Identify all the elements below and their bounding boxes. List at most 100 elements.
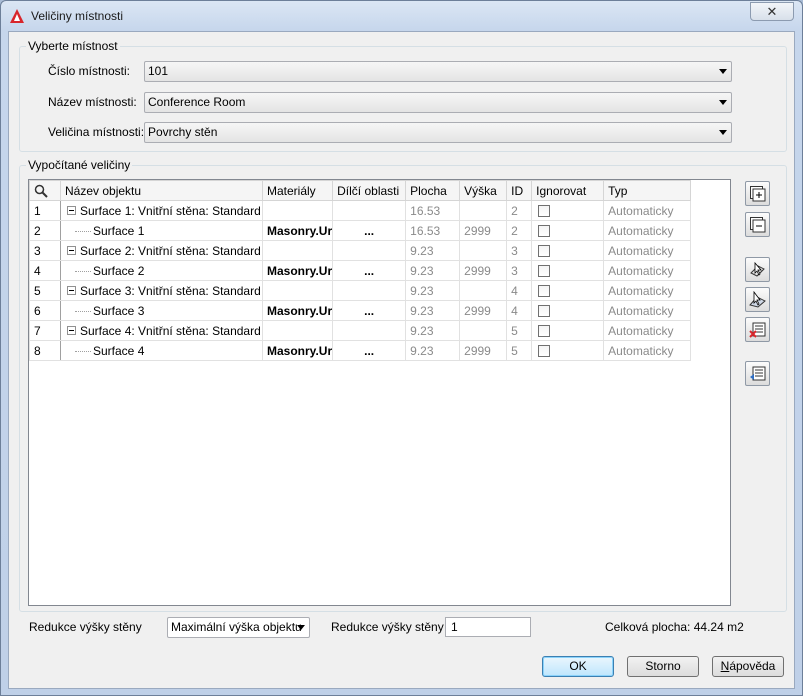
column-header-height[interactable]: Výška (459, 180, 508, 201)
column-header-materials[interactable]: Materiály (261, 180, 334, 201)
row-number: 4 (29, 260, 61, 281)
select-wall-button[interactable] (745, 257, 770, 282)
material-cell[interactable]: Masonry.Ur (261, 340, 334, 361)
ignore-checkbox[interactable] (538, 205, 551, 218)
subareas-cell[interactable]: ... (332, 260, 407, 281)
collapse-all-button[interactable] (745, 212, 770, 237)
table-row[interactable]: 6 Surface 3 Masonry.Ur... 9.23 2999 4 Automati… (29, 300, 692, 321)
column-header-ignore[interactable]: Ignorovat (531, 180, 605, 201)
height-cell[interactable] (459, 240, 508, 261)
ignore-checkbox[interactable] (538, 325, 551, 338)
chevron-down-icon (719, 130, 727, 135)
import-rows-icon (750, 366, 766, 381)
tree-collapse-icon[interactable] (67, 245, 76, 255)
height-cell[interactable]: 2999 (459, 260, 508, 281)
table-row[interactable]: 1 Surface 1: Vnitřní stěna: Standard 16.53… (29, 200, 692, 221)
object-name: Surface 2: Vnitřní stěna: Standard (80, 243, 261, 258)
column-header-id[interactable]: ID (506, 180, 533, 201)
type-cell[interactable]: Automaticky (603, 220, 692, 241)
object-name-cell[interactable]: Surface 1: Vnitřní stěna: Standard (60, 200, 263, 221)
height-cell[interactable]: 2999 (459, 300, 508, 321)
room-number-combo[interactable]: 101 (144, 61, 732, 82)
table-row[interactable]: 5 Surface 3: Vnitřní stěna: Standard 9.23 4… (29, 280, 692, 301)
subareas-cell[interactable]: ... (332, 220, 407, 241)
table-row[interactable]: 4 Surface 2 Masonry.Ur... 9.23 2999 3 Automati… (29, 260, 692, 281)
ignore-checkbox[interactable] (538, 225, 551, 238)
delete-rows-button[interactable] (745, 317, 770, 342)
subareas-cell[interactable] (332, 320, 407, 341)
type-cell[interactable]: Automaticky (603, 240, 692, 261)
row-number: 2 (29, 220, 61, 241)
table-row[interactable]: 3 Surface 2: Vnitřní stěna: Standard 9.23 3… (29, 240, 692, 261)
object-name-cell[interactable]: Surface 2 (60, 260, 263, 281)
ignore-cell (531, 200, 605, 221)
type-cell[interactable]: Automaticky (603, 340, 692, 361)
delete-rows-icon (749, 322, 766, 338)
material-cell[interactable] (261, 200, 334, 221)
material-cell[interactable]: Masonry.Ur (261, 220, 334, 241)
object-name-cell[interactable]: Surface 4 (60, 340, 263, 361)
object-name-cell[interactable]: Surface 1 (60, 220, 263, 241)
material-cell[interactable] (261, 320, 334, 341)
cancel-button[interactable]: Storno (627, 656, 699, 677)
height-cell[interactable]: 2999 (459, 340, 508, 361)
type-cell[interactable]: Automaticky (603, 200, 692, 221)
subareas-cell[interactable] (332, 240, 407, 261)
subareas-cell[interactable]: ... (332, 300, 407, 321)
tree-collapse-icon[interactable] (67, 205, 76, 215)
room-quantity-combo[interactable]: Povrchy stěn (144, 122, 732, 143)
wall-height-reduction-input[interactable]: 1 (445, 617, 531, 637)
pick-surface-button[interactable] (745, 287, 770, 312)
wall-height-reduction-combo[interactable]: Maximální výška objektu (167, 617, 310, 638)
ignore-cell (531, 280, 605, 301)
autocad-logo-icon (10, 9, 24, 23)
object-name-cell[interactable]: Surface 2: Vnitřní stěna: Standard (60, 240, 263, 261)
tree-collapse-icon[interactable] (67, 325, 76, 335)
subareas-cell[interactable] (332, 200, 407, 221)
ignore-checkbox[interactable] (538, 265, 551, 278)
type-cell[interactable]: Automaticky (603, 260, 692, 281)
type-cell[interactable]: Automaticky (603, 300, 692, 321)
quantities-grid[interactable]: Název objektu Materiály Dílčí oblasti Pl… (28, 179, 731, 606)
type-cell[interactable]: Automaticky (603, 320, 692, 341)
column-header-area[interactable]: Plocha (405, 180, 461, 201)
height-cell[interactable] (459, 200, 508, 221)
table-row[interactable]: 8 Surface 4 Masonry.Ur... 9.23 2999 5 Automati… (29, 340, 692, 361)
room-name-combo[interactable]: Conference Room (144, 92, 732, 113)
material-cell[interactable]: Masonry.Ur (261, 300, 334, 321)
tree-connector (75, 310, 91, 312)
object-name-cell[interactable]: Surface 4: Vnitřní stěna: Standard (60, 320, 263, 341)
import-rows-button[interactable] (745, 361, 770, 386)
table-row[interactable]: 7 Surface 4: Vnitřní stěna: Standard 9.23 5… (29, 320, 692, 341)
subareas-cell[interactable] (332, 280, 407, 301)
height-cell[interactable]: 2999 (459, 220, 508, 241)
type-cell[interactable]: Automaticky (603, 280, 692, 301)
expand-all-icon (750, 186, 766, 202)
table-row[interactable]: 2 Surface 1 Masonry.Ur... 16.53 2999 2 Automat… (29, 220, 692, 241)
ignore-checkbox[interactable] (538, 345, 551, 358)
help-button[interactable]: Nápověda (712, 656, 784, 677)
expand-all-button[interactable] (745, 181, 770, 206)
room-quantity-label: Veličina místnosti: (48, 125, 145, 139)
ignore-checkbox[interactable] (538, 285, 551, 298)
close-button[interactable]: ✕ (750, 2, 794, 21)
column-header-type[interactable]: Typ (603, 180, 692, 201)
material-cell[interactable] (261, 240, 334, 261)
title-bar[interactable]: Veličiny místnosti ✕ (1, 1, 802, 31)
height-cell[interactable] (459, 280, 508, 301)
height-cell[interactable] (459, 320, 508, 341)
search-column-header[interactable] (29, 180, 61, 201)
object-name-cell[interactable]: Surface 3 (60, 300, 263, 321)
ignore-checkbox[interactable] (538, 305, 551, 318)
tree-collapse-icon[interactable] (67, 285, 76, 295)
object-name-cell[interactable]: Surface 3: Vnitřní stěna: Standard (60, 280, 263, 301)
material-cell[interactable] (261, 280, 334, 301)
column-header-name[interactable]: Název objektu (60, 180, 263, 201)
ignore-checkbox[interactable] (538, 245, 551, 258)
chevron-down-icon (719, 100, 727, 105)
subareas-cell[interactable]: ... (332, 340, 407, 361)
material-cell[interactable]: Masonry.Ur (261, 260, 334, 281)
ok-button[interactable]: OK (542, 656, 614, 677)
window-title: Veličiny místnosti (31, 9, 124, 23)
column-header-subareas[interactable]: Dílčí oblasti (332, 180, 407, 201)
